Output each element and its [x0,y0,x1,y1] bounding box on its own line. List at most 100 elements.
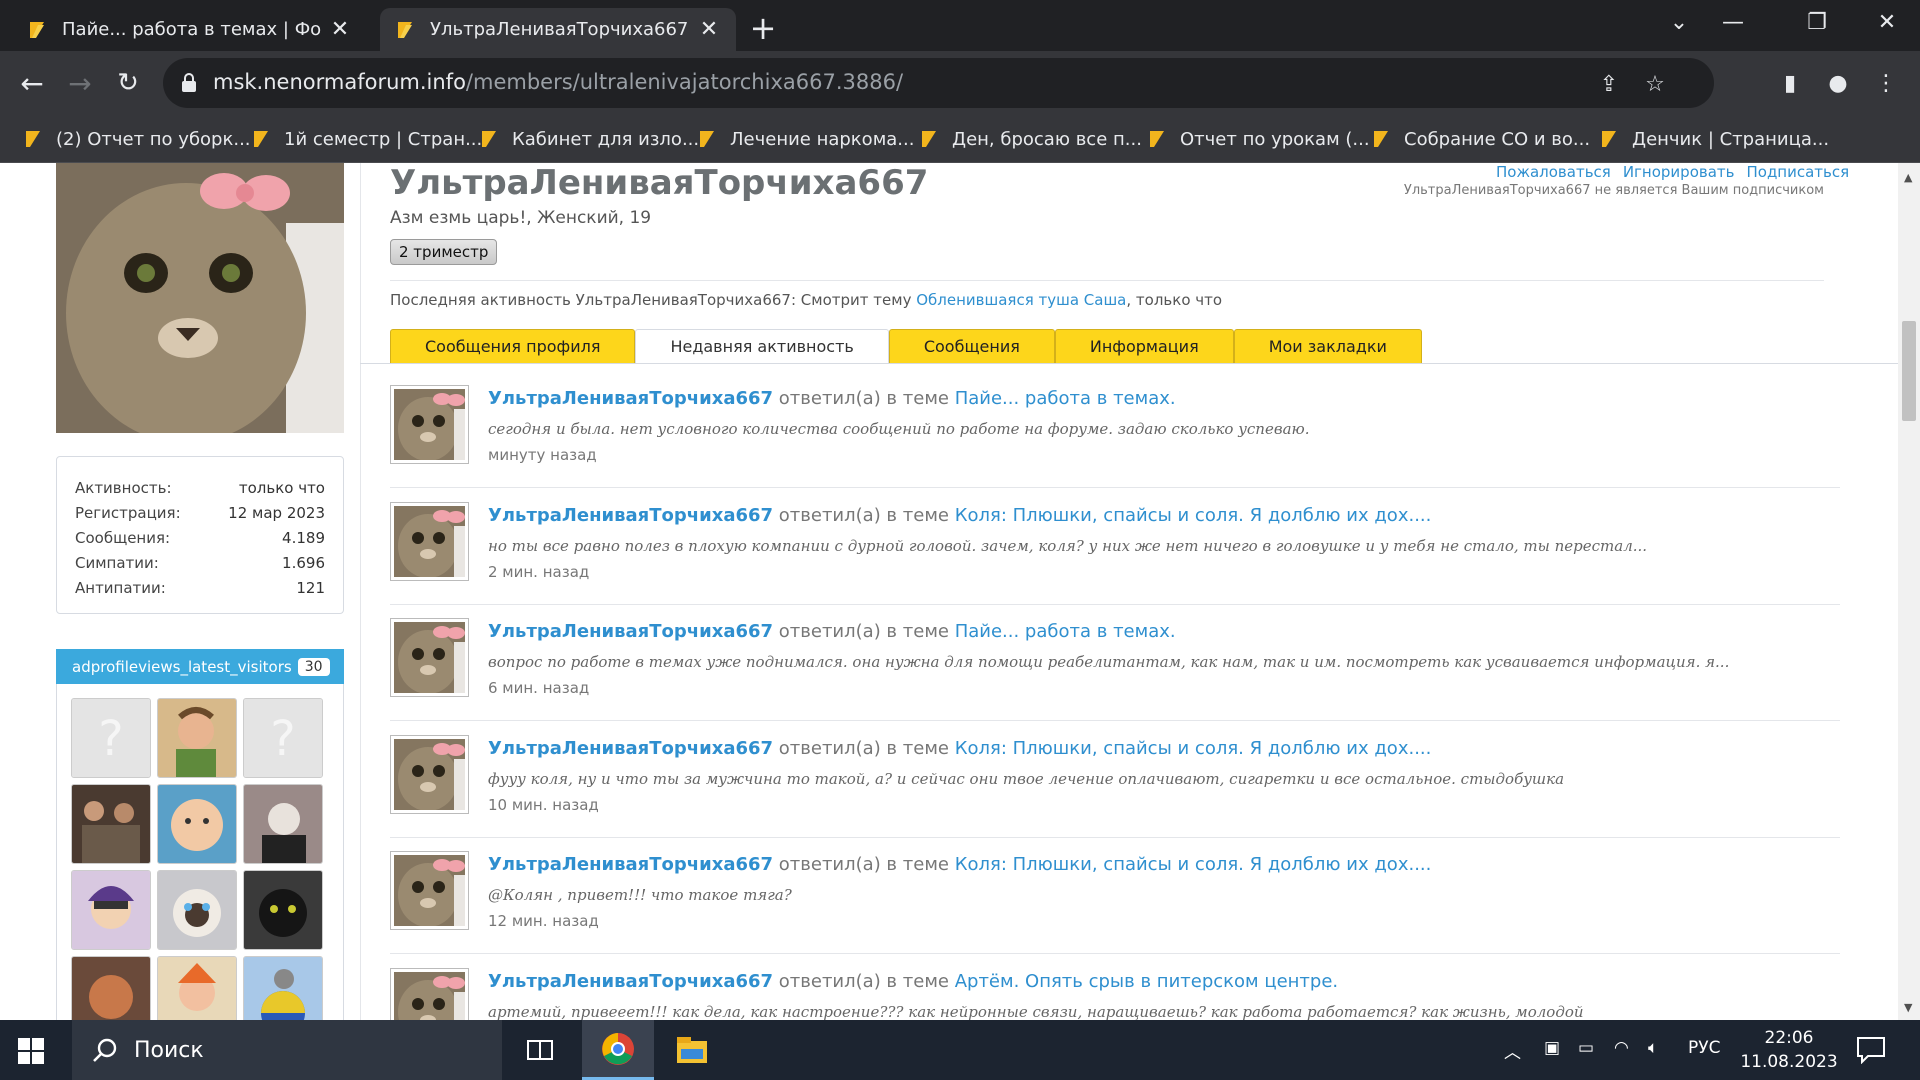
activity-user-link[interactable]: УльтраЛениваяТорчиха667 [488,854,773,875]
scroll-up-arrow-icon[interactable]: ▲ [1904,171,1912,184]
browser-tab-profile[interactable]: УльтраЛениваяТорчиха667 | Фо ✕ [380,8,736,51]
activity-avatar[interactable] [390,385,469,464]
activity-snippet[interactable]: сегодня и была. нет условного количества… [488,420,1309,438]
scrollbar-thumb[interactable] [1902,321,1916,421]
tray-meet-icon[interactable]: ▣ [1544,1038,1560,1058]
activity-user-link[interactable]: УльтраЛениваяТорчиха667 [488,621,773,642]
page-scrollbar[interactable]: ▲ ▼ [1898,163,1920,1020]
visitor-avatar[interactable] [157,870,237,950]
forum-favicon-icon [1150,131,1164,147]
activity-thread-link[interactable]: Коля: Плюшки, спайсы и соля. Я долблю их… [955,738,1432,759]
activity-item: УльтраЛениваяТорчиха667 ответил(а) в тем… [390,372,1840,488]
tab-postings[interactable]: Сообщения [888,329,1055,363]
activity-snippet[interactable]: артемий, привееет!!! как дела, как настр… [488,1003,1584,1021]
visitor-avatar[interactable]: ? [71,698,151,778]
tab-search-chevron-icon[interactable]: ⌄ [1648,0,1710,45]
bookmark-item[interactable]: 1й семестр | Стран... [250,125,482,153]
bookmark-item[interactable]: Отчет по урокам (... [1146,125,1370,153]
bookmark-item[interactable]: (2) Отчет по уборк... [22,125,251,153]
share-icon[interactable]: ⇪ [1595,70,1623,98]
bookmark-item[interactable]: Кабинет для изло... [478,125,699,153]
address-bar[interactable]: msk.nenormaforum.info/members/ultraleniv… [163,58,1714,108]
restore-icon[interactable]: ❐ [1786,0,1848,45]
close-tab-icon[interactable]: ✕ [696,17,722,43]
bookmark-label: Денчик | Страница... [1632,128,1830,150]
scroll-down-arrow-icon[interactable]: ▼ [1904,1001,1912,1014]
tray-chevron-icon[interactable]: ︿ [1504,1038,1521,1063]
tab-recent-activity[interactable]: Недавняя активность [635,329,889,363]
bookmark-item[interactable]: Денчик | Страница... [1598,125,1829,153]
activity-avatar[interactable] [390,734,469,814]
visitor-avatar[interactable] [243,956,323,1020]
taskbar-clock[interactable]: 22:06 11.08.2023 [1734,1026,1844,1074]
volume-icon[interactable]: 🔈︎ [1648,1038,1658,1058]
activity-user-link[interactable]: УльтраЛениваяТорчиха667 [488,388,773,409]
activity-user-link[interactable]: УльтраЛениваяТорчиха667 [488,971,773,992]
language-indicator[interactable]: РУС [1688,1038,1720,1058]
visitor-avatar[interactable] [243,870,323,950]
tab-bookmarks[interactable]: Мои закладки [1233,329,1422,363]
activity-snippet[interactable]: @Колян , привет!!! что такое тяга? [488,886,792,904]
close-window-icon[interactable]: ✕ [1856,0,1918,45]
forward-arrow-icon[interactable]: → [62,65,98,101]
activity-thread-link[interactable]: Пайе... работа в темах. [955,388,1176,409]
activity-snippet[interactable]: но ты все равно полез в плохую компании … [488,537,1647,555]
lock-icon [182,73,196,92]
reload-icon[interactable]: ↻ [110,65,146,101]
bookmark-item[interactable]: Лечение наркома... [696,125,914,153]
visitor-avatar[interactable] [71,784,151,864]
activity-avatar[interactable] [390,501,469,581]
follow-link[interactable]: Подписаться [1746,163,1849,181]
bookmark-item[interactable]: Ден, бросаю все п... [918,125,1142,153]
chrome-taskbar-icon[interactable] [582,1020,654,1080]
activity-snippet[interactable]: вопрос по работе в темах уже поднимался.… [488,653,1729,671]
activity-thread-link[interactable]: Артём. Опять срыв в питерском центре. [955,971,1338,992]
tabs-underline [360,363,1898,364]
activity-user-link[interactable]: УльтраЛениваяТорчиха667 [488,738,773,759]
bookmark-star-icon[interactable]: ☆ [1641,70,1669,98]
activity-thread-link[interactable]: Коля: Плюшки, спайсы и соля. Я долблю их… [955,854,1432,875]
profile-avatar[interactable] [56,163,344,433]
visitor-avatar[interactable] [71,870,151,950]
tab-information[interactable]: Информация [1054,329,1234,363]
activity-avatar[interactable] [390,851,469,930]
activity-avatar[interactable] [390,618,469,697]
browser-tab-forum[interactable]: Пайе... работа в темах | Форум р ✕ [12,8,367,51]
activity-verb: ответил(а) в теме [773,737,955,759]
visitor-avatar[interactable] [71,956,151,1020]
battery-icon[interactable]: ▭ [1578,1038,1594,1058]
file-explorer-icon[interactable] [656,1020,728,1080]
visitor-avatar[interactable]: ? [243,698,323,778]
task-view-icon[interactable] [504,1020,576,1080]
menu-kebab-icon[interactable]: ⋮ [1868,65,1904,101]
activity-thread-link[interactable]: Пайе... работа в темах. [955,621,1176,642]
last-activity-thread-link[interactable]: Обленившаяся туша Саша [916,291,1126,309]
taskbar-search-box[interactable]: Поиск [72,1020,502,1080]
forum-favicon-icon [254,131,268,147]
close-tab-icon[interactable]: ✕ [327,17,353,43]
visitor-avatar[interactable] [157,784,237,864]
activity-user-link[interactable]: УльтраЛениваяТорчиха667 [488,505,773,526]
wifi-icon[interactable]: ◠ [1614,1038,1629,1058]
new-tab-button[interactable]: + [747,12,779,44]
activity-snippet[interactable]: фууу коля, ну и что ты за мужчина то так… [488,770,1564,788]
report-link[interactable]: Пожаловаться [1496,163,1611,181]
windows-taskbar: Поиск ︿ ▣ ▭ ◠ 🔈︎ РУС 22:06 11.08.2023 [0,1020,1920,1080]
tab-profile-posts[interactable]: Сообщения профиля [390,329,636,363]
windows-start-icon[interactable] [18,1038,44,1064]
ignore-link[interactable]: Игнорировать [1623,163,1735,181]
activity-thread-link[interactable]: Коля: Плюшки, спайсы и соля. Я долблю их… [955,505,1432,526]
search-icon [93,1038,117,1062]
visitor-avatar[interactable] [157,956,237,1020]
activity-avatar[interactable] [390,967,469,1020]
back-arrow-icon[interactable]: ← [14,65,50,101]
activity-headline: УльтраЛениваяТорчиха667 ответил(а) в тем… [488,971,1338,992]
minimize-icon[interactable]: — [1702,0,1764,45]
stat-row-registration: Регистрация: 12 мар 2023 [75,504,325,528]
side-panel-icon[interactable]: ▮ [1772,65,1808,101]
bookmark-item[interactable]: Собрание СО и во... [1370,125,1590,153]
visitor-avatar[interactable] [157,698,237,778]
profile-avatar-icon[interactable]: ● [1820,65,1856,101]
notifications-icon[interactable] [1856,1036,1886,1064]
visitor-avatar[interactable] [243,784,323,864]
